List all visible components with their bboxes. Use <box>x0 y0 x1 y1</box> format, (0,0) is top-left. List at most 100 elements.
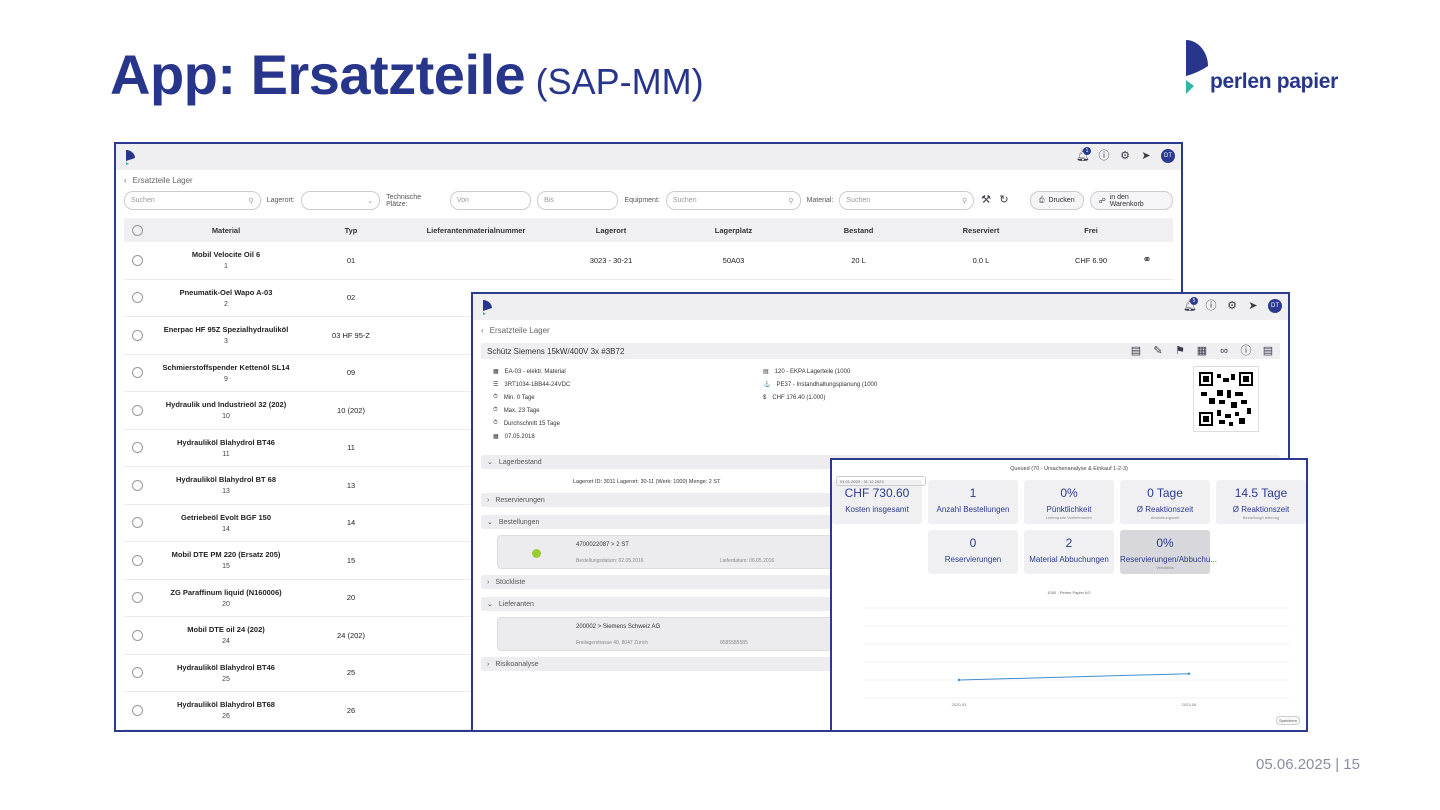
info-icon[interactable]: ⓘ <box>1240 345 1252 357</box>
col-reserviert[interactable]: Reserviert <box>921 226 1041 235</box>
row-checkbox[interactable] <box>132 404 143 416</box>
back-chevron-icon[interactable]: ‹ <box>481 326 484 335</box>
field-planner: PE37 - Instandhaltungsplanung (1000 <box>776 381 878 388</box>
link-icon[interactable]: ∞ <box>1218 345 1230 357</box>
von-input[interactable]: Von <box>449 191 532 210</box>
row-checkbox[interactable] <box>132 667 143 679</box>
row-checkbox[interactable] <box>132 367 143 379</box>
lagerort-label: Lagerort: <box>266 197 295 204</box>
cell-material: Schmierstoffspender Kettenöl SL14 9 <box>151 363 301 383</box>
row-checkbox[interactable] <box>132 292 143 304</box>
material-number: 2 <box>224 300 228 308</box>
kpi-label: Material Abbuchungen <box>1029 555 1109 564</box>
row-checkbox[interactable] <box>132 479 143 491</box>
notification-bell-icon[interactable]: 🔔︎ 1 <box>1076 147 1091 162</box>
kpi-card[interactable]: 0 Reservierungen <box>928 530 1018 574</box>
row-checkbox[interactable] <box>132 329 143 341</box>
cell-typ: 26 <box>346 705 356 715</box>
kpi-value: 14.5 Tage <box>1234 486 1288 500</box>
row-checkbox[interactable] <box>132 629 143 641</box>
settings-icon[interactable]: ⚙ <box>1119 150 1131 162</box>
equipment-input[interactable]: Suchen ⚲ <box>665 191 801 210</box>
kpi-card[interactable]: 0 Tage Ø Reaktionszeit Abwicklungszeit <box>1120 480 1210 524</box>
grid-icon[interactable]: ▦ <box>1196 345 1208 357</box>
tech-platz-label: Technische Plätze: <box>386 193 422 208</box>
cell-lagerort: 3023 - 30-21 <box>589 255 633 265</box>
slide-footer: 05.06.2025 | 15 <box>1256 756 1360 773</box>
material-name: Schmierstoffspender Kettenöl SL14 <box>162 362 290 372</box>
material-input[interactable]: Suchen ⚲ <box>839 191 975 210</box>
label-icon[interactable]: ⚑ <box>1174 345 1186 357</box>
col-bestand[interactable]: Bestand <box>796 226 921 235</box>
cell-typ: 09 <box>346 368 356 378</box>
row-checkbox[interactable] <box>132 517 143 529</box>
notification-bell-icon[interactable]: 🔔︎ 5 <box>1183 297 1198 312</box>
kpi-window-title: Queued (70 - Ursachenanalyse & Einkauf 1… <box>1010 466 1128 472</box>
cell-bestand: 20 L <box>851 255 866 265</box>
kpi-card[interactable]: 2 Material Abbuchungen <box>1024 530 1114 574</box>
cell-material: Getriebeöl Evolt BGF 150 14 <box>151 513 301 533</box>
table-row[interactable]: Mobil Velocite Oil 6 1 01 3023 - 30-21 50A03… <box>124 242 1173 280</box>
row-checkbox[interactable] <box>132 592 143 604</box>
user-avatar[interactable]: DT <box>1161 149 1175 163</box>
filter-reset-icon[interactable]: ↻ <box>998 195 1010 207</box>
bis-input[interactable]: Bis <box>537 191 619 210</box>
send-icon[interactable]: ➤ <box>1247 300 1259 312</box>
row-checkbox[interactable] <box>132 442 143 454</box>
series-point <box>957 678 961 682</box>
breadcrumb-label: Ersatzteile Lager <box>132 176 193 185</box>
col-lagerplatz[interactable]: Lagerplatz <box>671 226 796 235</box>
info-icon[interactable]: ⓘ <box>1205 300 1217 312</box>
material-name: Enerpac HF 95Z Spezialhydrauliköl <box>163 325 289 335</box>
info-icon[interactable]: ⓘ <box>1098 150 1110 162</box>
col-lagerort[interactable]: Lagerort <box>551 226 671 235</box>
breadcrumb[interactable]: ‹ Ersatzteile Lager <box>116 170 1181 185</box>
kpi-value: 0 <box>969 536 977 550</box>
save-button[interactable]: Speichern <box>1276 716 1300 725</box>
app-logo-icon <box>483 300 492 315</box>
material-name: Pneumatik-Oel Wapo A-03 <box>179 287 273 297</box>
edit-icon[interactable]: ✎ <box>1152 345 1164 357</box>
row-checkbox[interactable] <box>132 254 143 266</box>
chevron-right-icon: › <box>487 496 490 504</box>
kpi-label: Ø Reaktionszeit <box>1232 505 1290 514</box>
cell-frei: CHF 6.90 <box>1074 255 1108 265</box>
col-frei[interactable]: Frei <box>1041 226 1141 235</box>
kpi-card[interactable]: CHF 730.60 Kosten insgesamt <box>832 480 922 524</box>
date-range-input[interactable]: 01.01.2020 - 31.12.2023 <box>836 476 926 486</box>
chevron-down-icon: ⌄ <box>487 519 493 526</box>
row-checkbox[interactable] <box>132 554 143 566</box>
select-all-checkbox[interactable] <box>132 224 143 236</box>
kpi-sublabel: Abwicklungszeit <box>1150 515 1180 520</box>
material-number: 26 <box>222 713 230 721</box>
search-input[interactable]: Suchen ⚲ <box>124 191 261 210</box>
kpi-card[interactable]: 0% Pünktlichkeit Lieferquote Vorlieferante… <box>1024 480 1114 524</box>
material-number: 10 <box>222 413 230 421</box>
print-button[interactable]: ⎙ Drucken <box>1029 191 1084 210</box>
back-chevron-icon[interactable]: ‹ <box>124 176 127 185</box>
field-avg: Durchschnitt 15 Tage <box>503 420 560 427</box>
kpi-label: Pünktlichkeit <box>1046 505 1092 514</box>
row-checkbox[interactable] <box>132 704 143 716</box>
cell-material: Mobil DTE oil 24 (202) 24 <box>151 625 301 645</box>
col-lieferantenmaterialnummer[interactable]: Lieferantenmaterialnummer <box>401 226 551 235</box>
document-icon[interactable]: ▤ <box>1130 345 1142 357</box>
kpi-card[interactable]: 1 Anzahl Bestellungen <box>928 480 1018 524</box>
kpi-card[interactable]: 0% Reservierungen/Abbuchu... Verhältnis <box>1120 530 1217 574</box>
tool-icon[interactable]: ⚒ <box>980 195 992 207</box>
kpi-row-2: 0 Reservierungen 2 Material Abbuchungen 0% Re… <box>832 530 1306 574</box>
user-avatar[interactable]: DT <box>1268 299 1282 313</box>
col-typ[interactable]: Typ <box>301 226 401 235</box>
breadcrumb[interactable]: ‹ Ersatzteile Lager <box>473 320 1288 335</box>
send-icon[interactable]: ➤ <box>1140 150 1152 162</box>
cell-material: Hydraulik und Industrieöl 32 (202) 10 <box>151 400 301 420</box>
col-material[interactable]: Material <box>151 226 301 235</box>
x-tick-label: 2023-08 <box>1182 702 1197 707</box>
settings-icon[interactable]: ⚙ <box>1226 300 1238 312</box>
lagerort-select[interactable]: ⌄ <box>300 191 381 210</box>
add-to-cart-button[interactable]: ☍ in den Warenkorb <box>1089 191 1173 210</box>
kpi-card[interactable]: 14.5 Tage Ø Reaktionszeit Bestellung/Liefe… <box>1216 480 1306 524</box>
row-link-icon[interactable]: ⚭ <box>1141 254 1153 266</box>
chart-icon[interactable]: ▤ <box>1262 345 1274 357</box>
equipment-label: Equipment: <box>624 197 660 204</box>
